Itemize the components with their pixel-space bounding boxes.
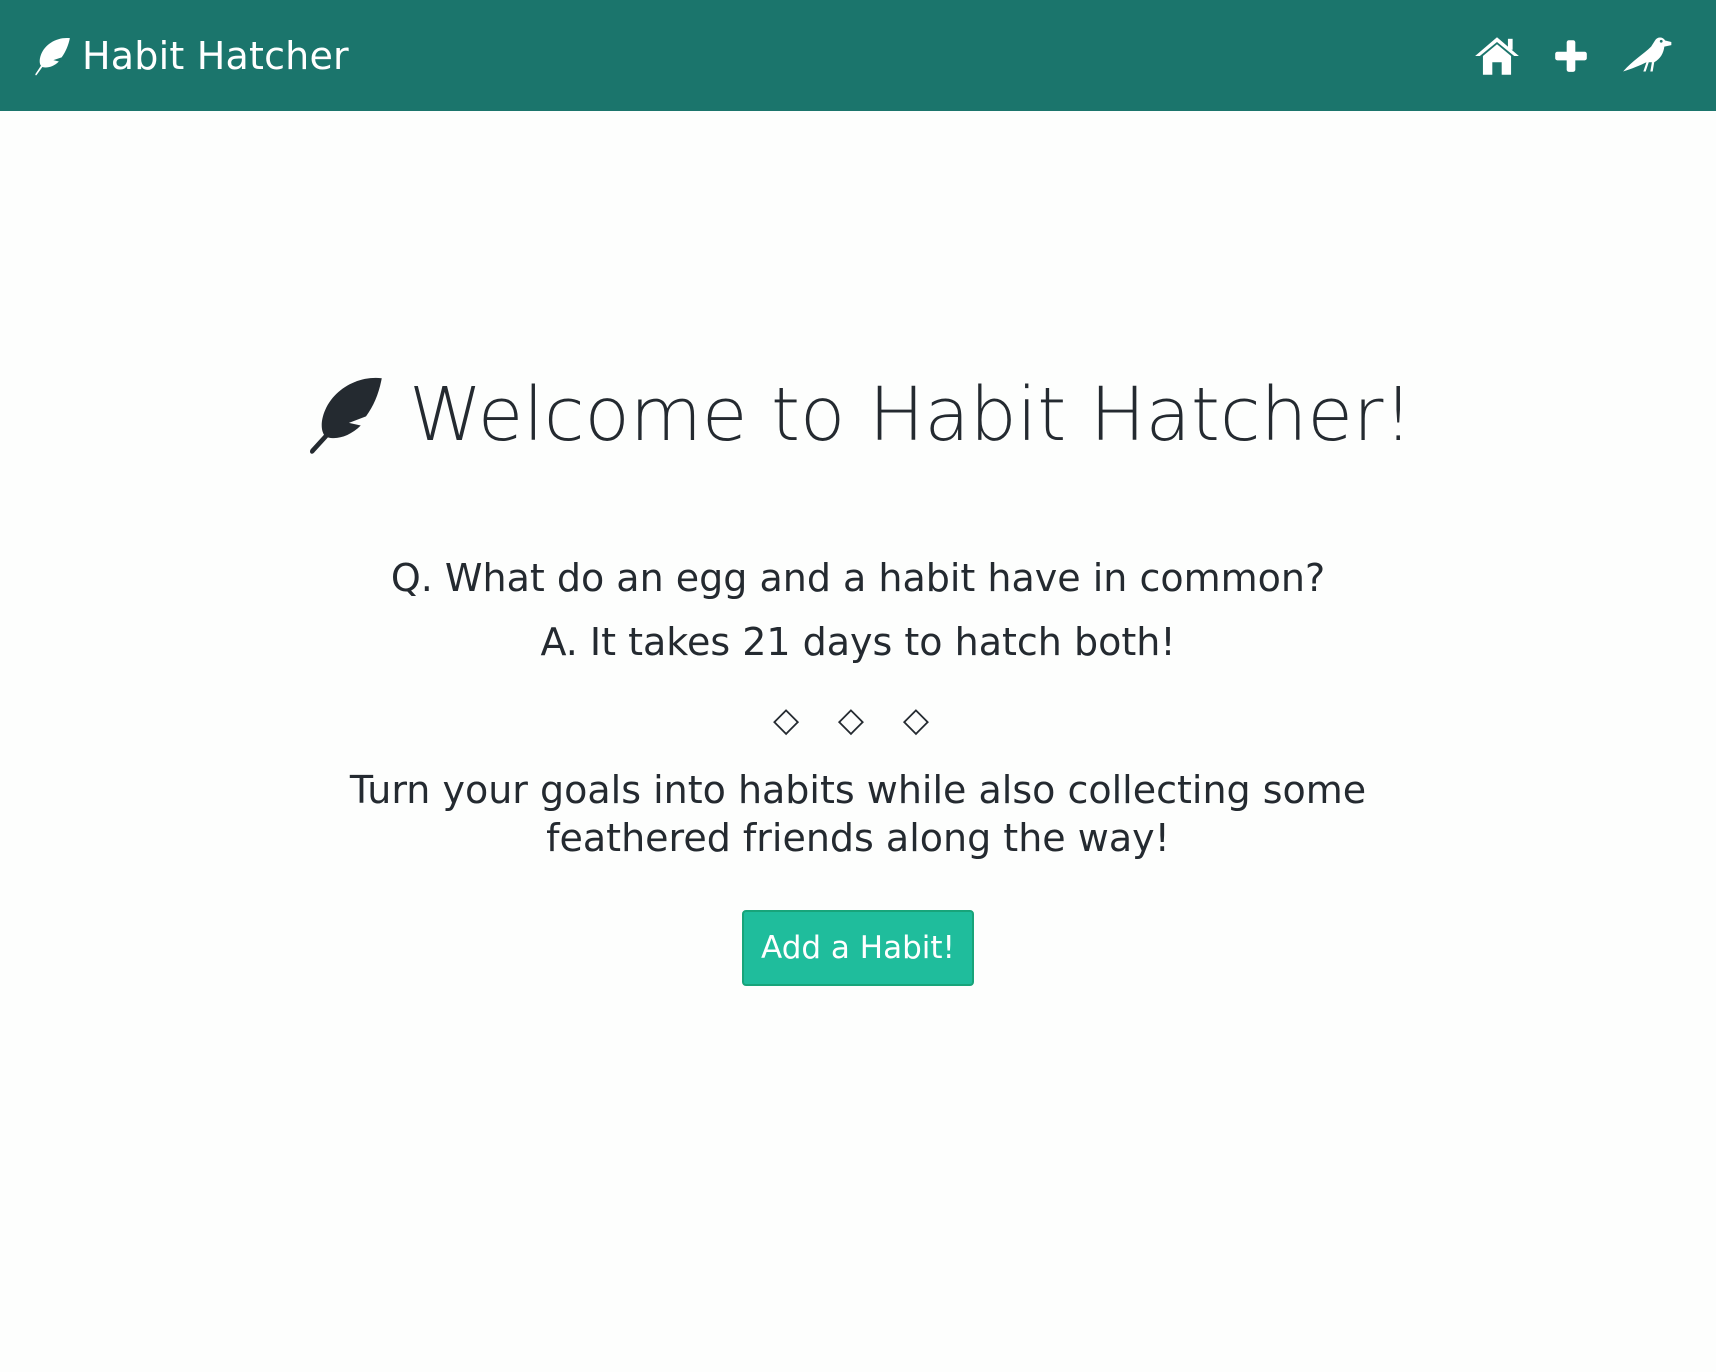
tagline-text: Turn your goals into habits while also c… bbox=[349, 768, 1367, 860]
home-icon[interactable] bbox=[1472, 31, 1522, 81]
riddle-answer: A. It takes 21 days to hatch both! bbox=[540, 620, 1176, 664]
riddle-question: Q. What do an egg and a habit have in co… bbox=[390, 556, 1326, 600]
crow-icon[interactable] bbox=[1620, 31, 1676, 81]
page-title: Welcome to Habit Hatcher! bbox=[408, 372, 1414, 458]
brand-link[interactable]: Habit Hatcher bbox=[30, 0, 349, 111]
feather-icon bbox=[30, 34, 74, 78]
diamond-divider: ◇ ◇ ◇ bbox=[772, 700, 944, 740]
top-navbar: Habit Hatcher bbox=[0, 0, 1716, 111]
feather-icon bbox=[303, 373, 387, 457]
plus-icon[interactable] bbox=[1548, 31, 1594, 81]
hero-section: Welcome to Habit Hatcher! bbox=[0, 360, 1716, 470]
hero-title-row: Welcome to Habit Hatcher! bbox=[0, 360, 1716, 470]
add-habit-button[interactable]: Add a Habit! bbox=[742, 910, 974, 986]
brand-name: Habit Hatcher bbox=[82, 33, 349, 78]
nav-icon-group bbox=[1446, 0, 1676, 111]
